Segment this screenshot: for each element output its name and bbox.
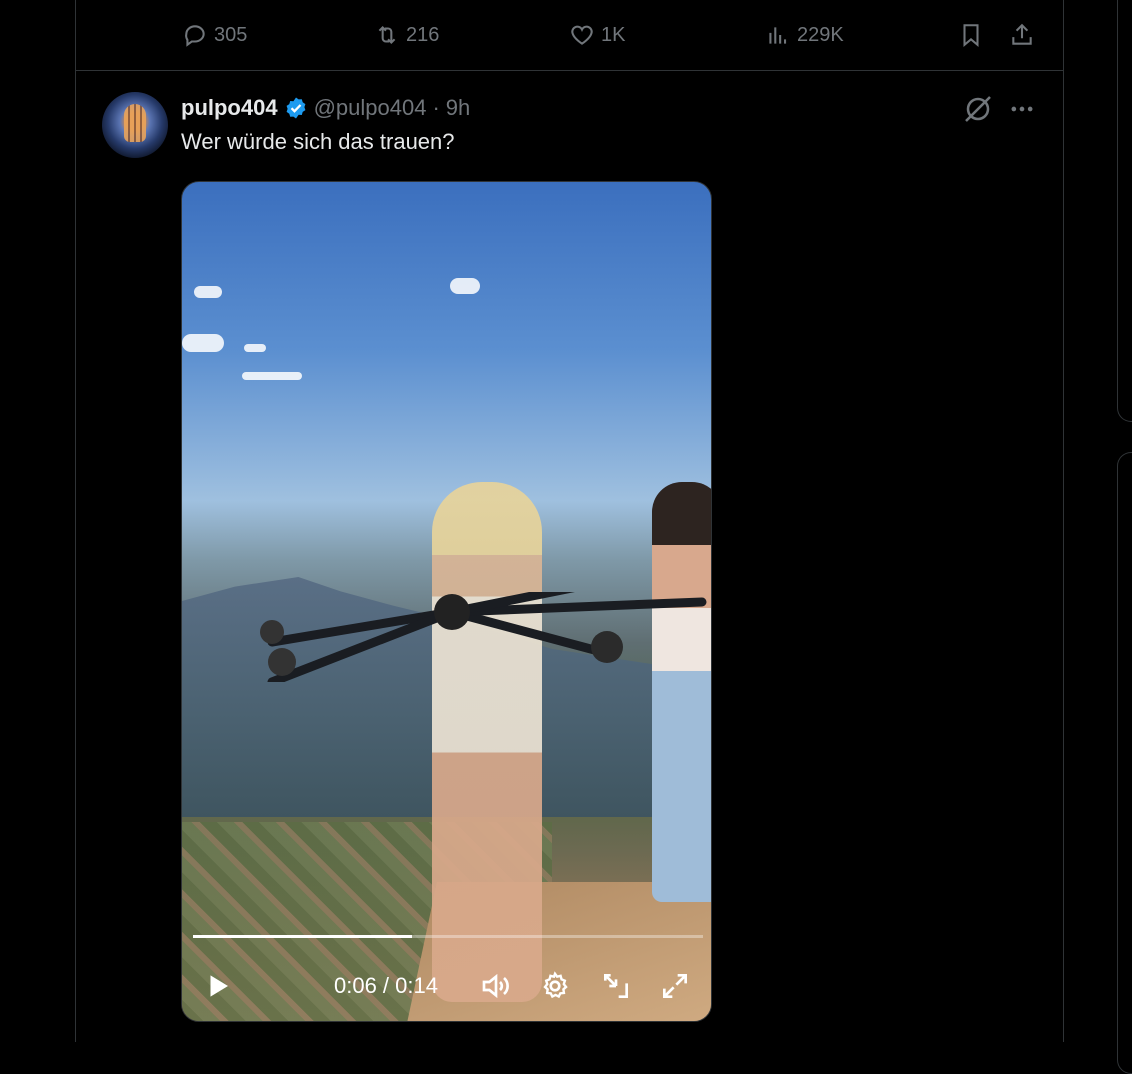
bookmark-button[interactable] xyxy=(958,18,984,52)
fullscreen-icon xyxy=(663,974,687,998)
tweet-text: Wer würde sich das trauen? xyxy=(181,129,455,154)
views-button[interactable]: 229K xyxy=(765,18,844,52)
reply-count: 305 xyxy=(214,23,248,46)
grok-button[interactable] xyxy=(962,92,994,126)
share-icon xyxy=(1012,23,1032,45)
bookmark-icon xyxy=(963,24,979,47)
tweet-header: pulpo404 @pulpo404 · 9h xyxy=(181,92,470,124)
video-frame-person-background xyxy=(652,482,711,902)
repost-count: 216 xyxy=(406,23,440,46)
grok-icon xyxy=(965,96,991,122)
gear-icon xyxy=(543,971,568,999)
share-button[interactable] xyxy=(1009,18,1035,52)
video-time: 0:06 / 0:14 xyxy=(334,973,438,998)
avatar[interactable] xyxy=(102,92,168,158)
video-progress-bar[interactable] xyxy=(193,935,703,938)
video-frame-person xyxy=(432,482,542,1002)
right-edge-panel-bottom xyxy=(1117,452,1132,1074)
volume-button[interactable] xyxy=(480,968,512,1004)
volume-icon xyxy=(482,973,509,999)
more-options-button[interactable] xyxy=(1008,92,1036,126)
reply-icon xyxy=(185,25,205,47)
views-chart-icon xyxy=(769,27,787,44)
heart-icon xyxy=(571,25,593,45)
repost-icon xyxy=(378,25,396,45)
like-count: 1K xyxy=(601,23,626,46)
views-count: 229K xyxy=(797,23,844,46)
previous-tweet-action-bar: 305 216 1K 229K xyxy=(76,0,1063,71)
timestamp[interactable]: 9h xyxy=(446,95,470,121)
drone-image xyxy=(260,592,707,682)
picture-in-picture-button[interactable] xyxy=(600,968,632,1004)
reply-button[interactable]: 305 xyxy=(182,18,247,52)
verified-badge-icon xyxy=(286,97,305,119)
time-display: 0:06 / 0:14 xyxy=(334,968,438,1004)
separator-dot: · xyxy=(432,95,440,120)
repost-button[interactable]: 216 xyxy=(374,18,439,52)
like-button[interactable]: 1K xyxy=(569,18,625,52)
dock-video-icon xyxy=(604,974,628,998)
video-player[interactable] xyxy=(181,181,712,1022)
display-name[interactable]: pulpo404 xyxy=(181,95,278,121)
play-button[interactable] xyxy=(203,968,233,1004)
video-progress-fill xyxy=(193,935,413,938)
settings-button[interactable] xyxy=(539,968,571,1004)
handle[interactable]: @pulpo404 xyxy=(314,95,427,121)
fullscreen-button[interactable] xyxy=(659,968,691,1004)
right-edge-panel-top xyxy=(1117,0,1132,422)
more-horizontal-icon xyxy=(1011,106,1033,112)
play-icon xyxy=(210,975,228,997)
